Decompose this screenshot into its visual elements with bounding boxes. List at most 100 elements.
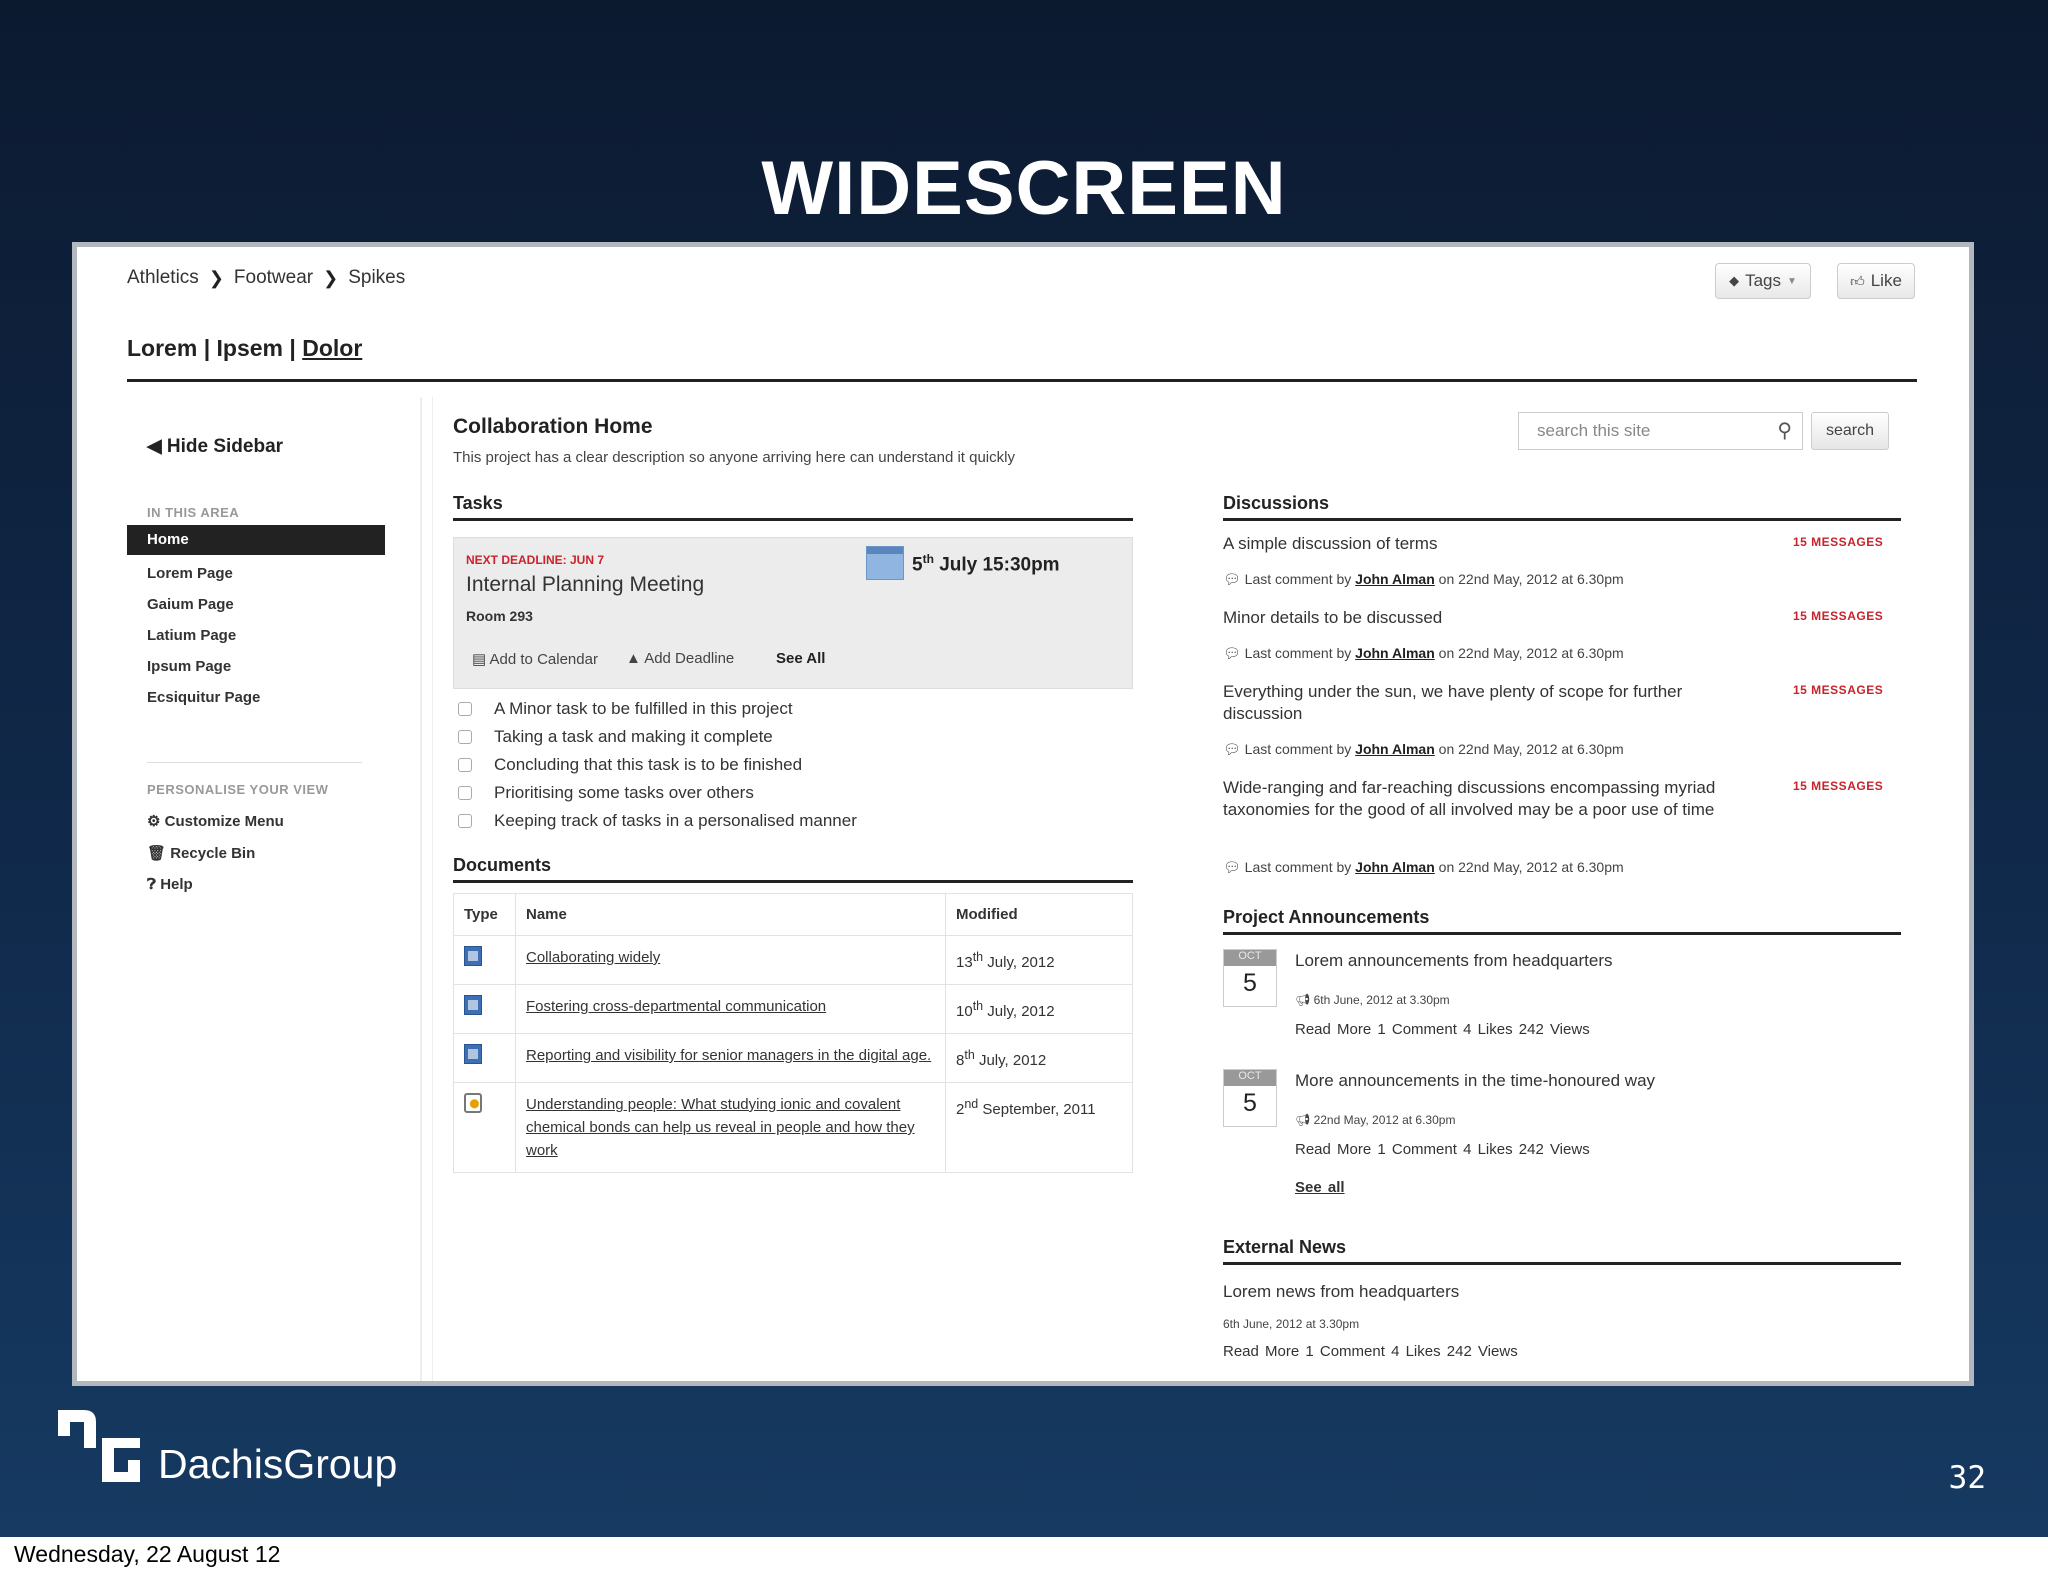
warning-icon: ▲	[626, 650, 641, 667]
announcement-title[interactable]: Lorem announcements from headquarters	[1295, 951, 1613, 971]
column-modified: Modified	[945, 893, 1133, 936]
date-badge: OCT 5	[1223, 949, 1277, 1007]
search-icon[interactable]: ⚲	[1777, 418, 1792, 443]
task-label: Keeping track of tasks in a personalised…	[494, 811, 857, 830]
site-title-dolor[interactable]: Dolor	[302, 335, 362, 361]
modified-sup: th	[972, 950, 984, 964]
deadline-date: 5th July 15:30pm	[912, 552, 1060, 576]
breadcrumb-footwear[interactable]: Footwear	[234, 267, 313, 289]
meta-prefix: Last comment by	[1244, 859, 1352, 875]
announcement-footer[interactable]: Read More 1 Comment 4 Likes 242 Views	[1295, 1021, 1590, 1038]
site-title-ipsem[interactable]: Ipsem	[217, 335, 283, 361]
document-link[interactable]: Fostering cross-departmental communicati…	[515, 984, 946, 1034]
task-item: A Minor task to be fulfilled in this pro…	[458, 699, 793, 719]
breadcrumb-spikes[interactable]: Spikes	[348, 267, 405, 289]
sidebar-item-help[interactable]: ❓︎ Help	[147, 876, 193, 893]
sidebar-heading-personalise: PERSONALISE YOUR VIEW	[147, 782, 329, 797]
sidebar-item-home[interactable]: Home	[127, 525, 385, 555]
page-number: 32	[1948, 1460, 1986, 1496]
calendar-icon	[866, 546, 904, 580]
discussion-title[interactable]: Wide-ranging and far-reaching discussion…	[1223, 777, 1723, 821]
news-footer[interactable]: Read More 1 Comment 4 Likes 242 Views	[1223, 1343, 1518, 1360]
deadline-title[interactable]: Internal Planning Meeting	[466, 573, 704, 597]
type-cell	[453, 1033, 516, 1083]
type-cell	[453, 984, 516, 1034]
discussion-title[interactable]: Everything under the sun, we have plenty…	[1223, 681, 1723, 725]
task-checkbox[interactable]	[458, 702, 472, 716]
add-to-calendar-label: Add to Calendar	[489, 651, 598, 668]
sidebar-item-lorem[interactable]: Lorem Page	[147, 565, 233, 582]
sidebar-item-recycle-bin[interactable]: 🗑︎ Recycle Bin	[147, 844, 255, 862]
add-deadline-button[interactable]: ▲ Add Deadline	[626, 650, 734, 667]
discussion-title[interactable]: A simple discussion of terms	[1223, 533, 1723, 555]
discussions-heading: Discussions	[1223, 493, 1901, 521]
discussion-meta: 💬︎ Last comment by John Alman on 22nd Ma…	[1223, 571, 1624, 588]
gear-icon: ⚙	[147, 813, 161, 830]
meta-prefix: Last comment by	[1244, 741, 1352, 757]
image-file-icon	[464, 1093, 482, 1113]
add-to-calendar-button[interactable]: ▤ Add to Calendar	[472, 650, 598, 668]
announcement-footer[interactable]: Read More 1 Comment 4 Likes 242 Views	[1295, 1141, 1590, 1158]
see-all-tasks-link[interactable]: See All	[776, 650, 825, 667]
table-row: Fostering cross-departmental communicati…	[453, 984, 1133, 1034]
task-checkbox[interactable]	[458, 730, 472, 744]
deadline-date-rest: July 15:30pm	[939, 554, 1060, 576]
word-doc-icon	[464, 946, 482, 966]
comment-icon: 💬︎	[1223, 645, 1241, 661]
customize-menu-label: Customize Menu	[164, 813, 284, 830]
task-item: Prioritising some tasks over others	[458, 783, 754, 803]
news-title[interactable]: Lorem news from headquarters	[1223, 1281, 1723, 1303]
calendar-small-icon: ▤	[472, 651, 487, 668]
task-checkbox[interactable]	[458, 814, 472, 828]
meta-suffix: on 22nd May, 2012 at 6.30pm	[1438, 645, 1624, 661]
task-checkbox[interactable]	[458, 786, 472, 800]
breadcrumb-athletics[interactable]: Athletics	[127, 267, 199, 289]
hide-sidebar-button[interactable]: ◀ Hide Sidebar	[147, 435, 283, 458]
task-checkbox[interactable]	[458, 758, 472, 772]
sidebar-item-ecsiquitur[interactable]: Ecsiquitur Page	[147, 689, 260, 706]
dachis-logo-icon	[58, 1410, 140, 1482]
tag-icon: ◆	[1729, 273, 1740, 288]
sidebar-item-ipsum[interactable]: Ipsum Page	[147, 658, 231, 675]
external-news-heading: External News	[1223, 1237, 1901, 1265]
document-link[interactable]: Collaborating widely	[515, 935, 946, 985]
site-title-lorem[interactable]: Lorem	[127, 335, 197, 361]
slide: WIDESCREEN Athletics ❯ Footwear ❯ Spikes…	[0, 0, 2048, 1537]
see-all-announcements-link[interactable]: See all	[1295, 1179, 1345, 1196]
announcement-title[interactable]: More announcements in the time-honoured …	[1295, 1071, 1655, 1091]
document-link[interactable]: Reporting and visibility for senior mana…	[515, 1033, 946, 1083]
announcement-stamp: 📢︎ 22nd May, 2012 at 6.30pm	[1295, 1113, 1455, 1127]
author-link[interactable]: John Alman	[1355, 741, 1435, 757]
search-button[interactable]: search	[1811, 412, 1889, 450]
add-deadline-label: Add Deadline	[644, 650, 735, 667]
sidebar-item-latium[interactable]: Latium Page	[147, 627, 236, 644]
meta-prefix: Last comment by	[1244, 571, 1352, 587]
deadline-date-day: 5	[912, 554, 923, 576]
help-label: Help	[160, 876, 193, 893]
page-title: Collaboration Home	[453, 415, 653, 438]
word-doc-icon	[464, 1044, 482, 1064]
type-cell	[453, 935, 516, 985]
date-badge-day: 5	[1243, 969, 1257, 997]
deadline-tag: NEXT DEADLINE: JUN 7	[466, 553, 605, 567]
author-link[interactable]: John Alman	[1355, 571, 1435, 587]
author-link[interactable]: John Alman	[1355, 859, 1435, 875]
discussion-title[interactable]: Minor details to be discussed	[1223, 607, 1723, 629]
modified-cell: 8th July, 2012	[945, 1033, 1133, 1083]
tags-label: Tags	[1745, 271, 1781, 290]
message-count-badge: 15 MESSAGES	[1793, 609, 1884, 623]
author-link[interactable]: John Alman	[1355, 645, 1435, 661]
meta-prefix: Last comment by	[1244, 645, 1352, 661]
comment-icon: 💬︎	[1223, 859, 1241, 875]
trash-icon: 🗑︎	[147, 845, 167, 862]
sidebar: ◀ Hide Sidebar IN THIS AREA Home Lorem P…	[127, 397, 422, 1381]
tags-button[interactable]: ◆ Tags ▼	[1715, 263, 1811, 299]
modified-cell: 10th July, 2012	[945, 984, 1133, 1034]
search-input[interactable]: search this site ⚲	[1518, 412, 1803, 450]
like-button[interactable]: 👍︎ Like	[1837, 263, 1915, 299]
comment-icon: 💬︎	[1223, 571, 1241, 587]
document-link[interactable]: Understanding people: What studying ioni…	[515, 1082, 946, 1173]
sidebar-item-customize-menu[interactable]: ⚙ Customize Menu	[147, 812, 284, 830]
tasks-heading: Tasks	[453, 493, 1133, 521]
sidebar-item-gaium[interactable]: Gaium Page	[147, 596, 234, 613]
